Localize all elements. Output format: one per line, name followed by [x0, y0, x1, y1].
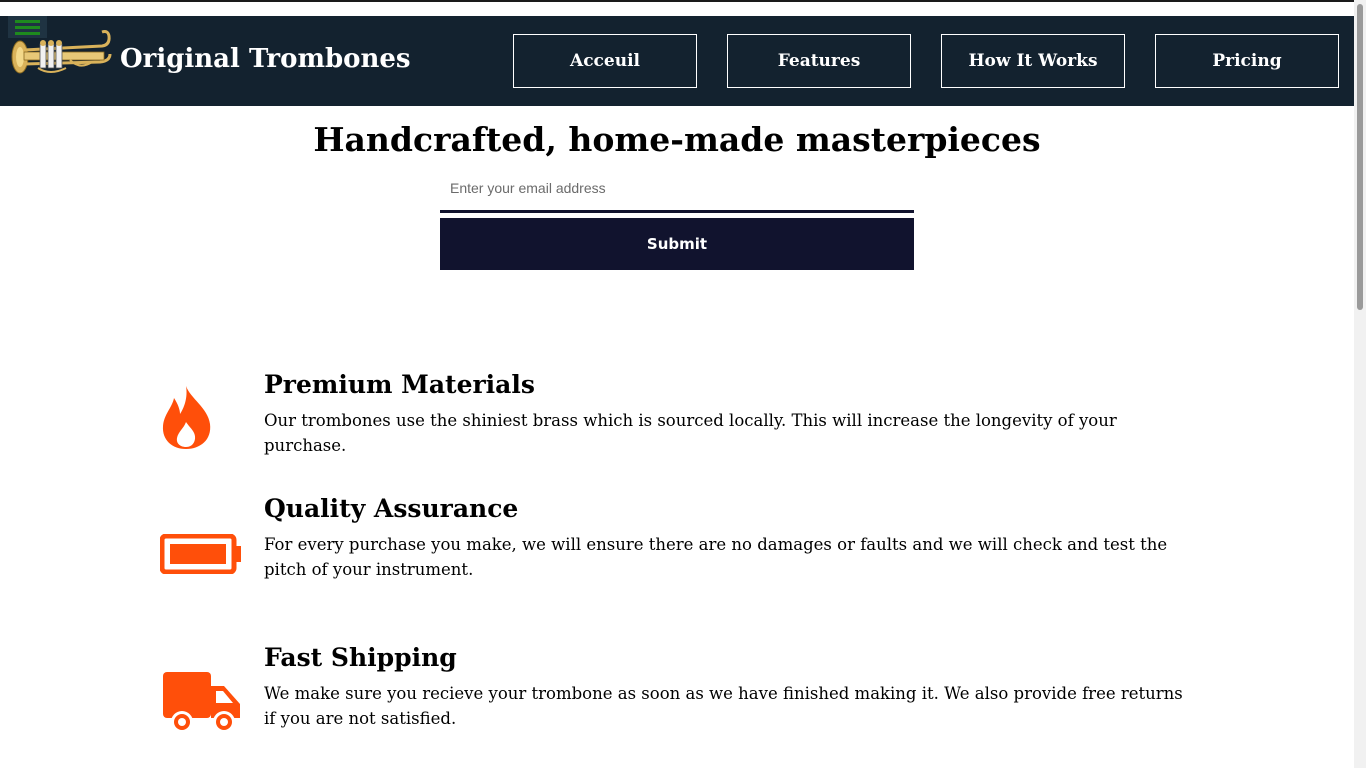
- nav-link-acceuil[interactable]: Acceuil: [513, 34, 697, 88]
- submit-button[interactable]: Submit: [440, 218, 914, 270]
- nav-link-features[interactable]: Features: [727, 34, 911, 88]
- scrollbar-thumb[interactable]: [1357, 4, 1363, 310]
- feature-title: Quality Assurance: [264, 494, 519, 523]
- fire-icon: [162, 386, 211, 449]
- battery-icon: [160, 534, 241, 574]
- feature-title: Fast Shipping: [264, 643, 457, 672]
- feature-title: Premium Materials: [264, 370, 535, 399]
- feature-fast-shipping: Fast Shipping We make sure you recieve y…: [160, 643, 1200, 753]
- nav-link-how-it-works[interactable]: How It Works: [941, 34, 1125, 88]
- feature-text: Our trombones use the shiniest brass whi…: [264, 411, 1117, 455]
- feature-quality-assurance: Quality Assurance For every purchase you…: [160, 494, 1200, 604]
- top-strip: [0, 0, 1354, 16]
- truck-icon: [163, 672, 240, 733]
- vertical-scrollbar[interactable]: [1354, 0, 1366, 768]
- site-header: Original Trombones Acceuil Features How …: [0, 16, 1354, 106]
- email-input[interactable]: [440, 166, 914, 213]
- feature-text: For every purchase you make, we will ens…: [264, 535, 1168, 579]
- feature-premium-materials: Premium Materials Our trombones use the …: [160, 370, 1200, 460]
- hero-title: Handcrafted, home-made masterpieces: [313, 120, 1041, 159]
- brand-title: Original Trombones: [120, 44, 411, 74]
- hamburger-menu-icon[interactable]: [8, 16, 47, 38]
- nav-link-pricing[interactable]: Pricing: [1155, 34, 1339, 88]
- feature-text: We make sure you recieve your trombone a…: [264, 684, 1183, 728]
